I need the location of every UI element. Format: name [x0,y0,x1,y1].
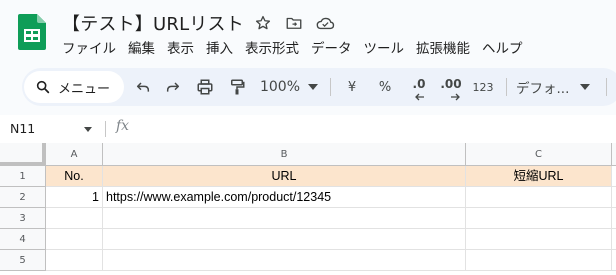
cell-c5[interactable] [466,250,612,271]
decrease-decimal-button[interactable]: .0 [406,68,432,106]
menu-tools[interactable]: ツール [358,38,411,60]
cell-b4[interactable] [103,229,466,250]
cell-a2[interactable]: 1 [46,187,103,208]
menu-file[interactable]: ファイル [56,38,122,60]
arrow-left-icon [415,90,425,105]
name-box-value: N11 [10,121,36,136]
cell-a3[interactable] [46,208,103,229]
print-icon[interactable] [192,68,218,106]
row-header-4[interactable]: 4 [0,229,46,250]
function-icon: fx [116,118,130,134]
decrease-decimal-label: .0 [412,77,426,91]
row-header-5[interactable]: 5 [0,250,46,271]
search-icon [32,68,54,106]
font-dropdown-icon[interactable] [578,68,592,106]
formula-input[interactable] [140,115,610,143]
document-title[interactable]: 【テスト】URLリスト [62,10,244,36]
toolbar: メニュー 100% ¥ % .0 .00 123 デフォ... [22,68,616,106]
format-percent-button[interactable]: % [374,68,396,106]
format-currency-button[interactable]: ¥ [342,68,362,106]
cell-d3[interactable] [612,208,616,229]
cell-a4[interactable] [46,229,103,250]
arrow-right-icon [450,90,460,105]
column-header-c[interactable]: C [466,143,612,166]
more-formats-button[interactable]: 123 [470,68,496,106]
column-header-b[interactable]: B [103,143,466,166]
toolbar-divider [330,78,331,96]
zoom-dropdown-icon[interactable] [306,68,320,106]
column-header-d[interactable] [612,143,616,166]
row-header-2[interactable]: 2 [0,187,46,208]
spreadsheet-grid: A B C 1 2 3 4 5 No. URL 短縮URL 1 https://… [0,143,616,275]
toolbar-divider [506,78,507,96]
cell-b3[interactable] [103,208,466,229]
menu-view[interactable]: 表示 [161,38,200,60]
formula-bar: N11 fx [0,115,616,143]
cell-c4[interactable] [466,229,612,250]
formula-divider [105,121,106,137]
undo-icon[interactable] [130,68,156,106]
increase-decimal-button[interactable]: .00 [436,68,466,106]
cell-c1[interactable]: 短縮URL [466,166,612,187]
app-header: 【テスト】URLリスト ファイル 編集 表示 挿入 表示形式 データ ツール 拡… [0,0,616,62]
search-menus-box[interactable]: メニュー [24,71,124,103]
cell-d1[interactable] [612,166,616,187]
font-select[interactable]: デフォ... [516,68,576,106]
toolbar-divider [606,78,607,96]
select-all-corner[interactable] [0,143,46,166]
menu-extensions[interactable]: 拡張機能 [410,38,476,60]
menu-help[interactable]: ヘルプ [476,38,529,60]
redo-icon[interactable] [160,68,186,106]
cell-b2[interactable]: https://www.example.com/product/12345 [103,187,466,208]
cell-d5[interactable] [612,250,616,271]
menu-bar: ファイル 編集 表示 挿入 表示形式 データ ツール 拡張機能 ヘルプ [56,38,529,60]
cell-d4[interactable] [612,229,616,250]
search-menus-label: メニュー [58,81,111,97]
menu-data[interactable]: データ [305,38,358,60]
name-box-dropdown-icon[interactable] [84,127,92,132]
menu-insert[interactable]: 挿入 [200,38,239,60]
star-icon[interactable] [252,12,274,34]
paint-format-icon[interactable] [224,68,250,106]
cell-c3[interactable] [466,208,612,229]
cell-b5[interactable] [103,250,466,271]
menu-edit[interactable]: 編集 [122,38,161,60]
cell-b1[interactable]: URL [103,166,466,187]
row-header-1[interactable]: 1 [0,166,46,187]
menu-format[interactable]: 表示形式 [239,38,305,60]
zoom-select[interactable]: 100% [260,68,300,106]
cloud-saved-icon[interactable] [314,12,336,34]
move-to-folder-icon[interactable] [283,12,305,34]
cell-a5[interactable] [46,250,103,271]
row-header-3[interactable]: 3 [0,208,46,229]
cell-a1[interactable]: No. [46,166,103,187]
cell-d2[interactable] [612,187,616,208]
increase-decimal-label: .00 [440,77,462,91]
column-header-a[interactable]: A [46,143,103,166]
sheets-logo-icon[interactable] [18,14,46,50]
cell-c2[interactable] [466,187,612,208]
